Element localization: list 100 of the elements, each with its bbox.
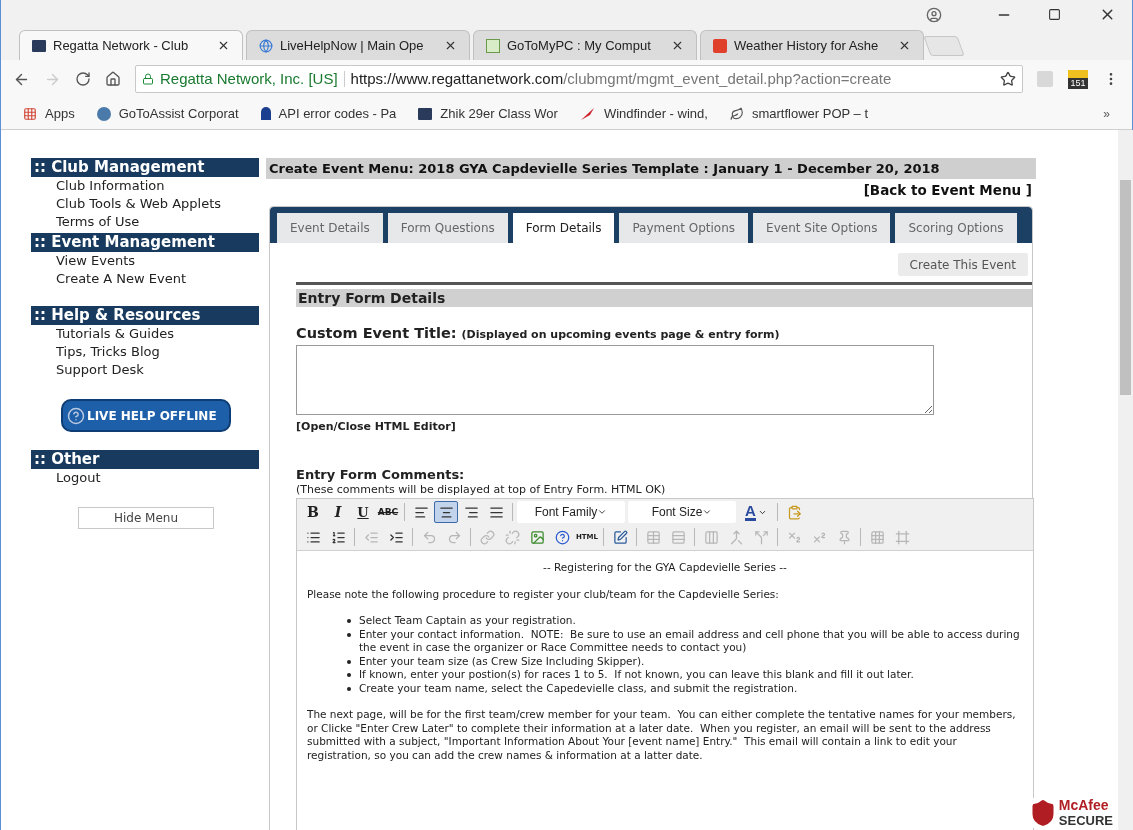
list-item-text: Select Team Captain as your registration.: [359, 614, 576, 628]
help-icon: [67, 406, 85, 425]
strikethrough-button[interactable]: ABC: [376, 501, 400, 524]
menu-link[interactable]: Club Information: [31, 177, 259, 195]
tab-title: Weather History for Ashe: [734, 36, 880, 55]
section-header: Entry Form Details: [296, 289, 1032, 307]
weather-logo-icon: [713, 38, 727, 53]
edit-icon: [612, 529, 628, 545]
menu-link[interactable]: Tips, Tricks Blog: [31, 343, 259, 361]
badge-brand: McAfee: [1058, 798, 1110, 813]
close-icon[interactable]: [671, 39, 684, 52]
secure-label: Regatta Network, Inc. [US]: [160, 68, 338, 89]
tab-title: Regatta Network - Club: [53, 36, 190, 55]
star-icon[interactable]: [1000, 71, 1016, 87]
editor-heading: -- Registering for the GYA Capdevielle Series --: [542, 561, 788, 575]
menu-link[interactable]: Logout: [31, 469, 259, 487]
list-item-text: Enter your contact information. NOTE: Be sure to use an email address and cell phone that you will be able to access during the event in case the organizer or Race Committee needs to contact you): [359, 627, 1021, 655]
boat-logo-icon: [418, 107, 433, 120]
profile-icon[interactable]: [926, 6, 942, 23]
event-title-field[interactable]: [296, 344, 934, 415]
font-dropdown[interactable]: Font Size: [628, 501, 736, 524]
lock-icon: [142, 73, 154, 85]
frame-icon: [894, 529, 910, 545]
globe-icon: [259, 38, 273, 53]
leaf-icon: [729, 106, 744, 121]
create-event-button[interactable]: Create This Event: [897, 253, 1028, 276]
menu-link[interactable]: Terms of Use: [31, 213, 259, 231]
subscript-icon: [786, 529, 802, 545]
browser-tab[interactable]: GoToMyPC : My Comput: [473, 30, 697, 60]
font-dropdown[interactable]: Font Family: [517, 501, 625, 524]
home-icon[interactable]: [105, 71, 121, 87]
field-label: Custom Event Title:: [296, 324, 457, 343]
menu-link[interactable]: Club Tools & Web Applets: [31, 195, 259, 213]
bookmark-link[interactable]: Windfinder - wind,: [579, 103, 708, 124]
menu-link[interactable]: View Events: [31, 252, 259, 270]
help-icon: [554, 529, 570, 545]
close-icon[interactable]: [444, 39, 457, 52]
reload-icon[interactable]: [75, 71, 91, 87]
menu-section-header: :: Event Management: [31, 233, 259, 252]
browser-tab[interactable]: Weather History for Ashe: [700, 30, 924, 60]
computer-logo-icon: [486, 38, 500, 53]
bold-button[interactable]: B: [301, 501, 325, 524]
bookmark-link[interactable]: smartflower POP – t: [729, 103, 868, 124]
grid-icon: [869, 529, 885, 545]
boat-logo-icon: [32, 39, 46, 52]
form-tab[interactable]: Scoring Options: [893, 213, 1017, 243]
field-hint: (Displayed on upcoming events page & entry form): [461, 327, 780, 343]
image-icon: [529, 529, 545, 545]
merge-icon: [728, 529, 744, 545]
superscript-icon: [811, 529, 827, 545]
menu-link[interactable]: Create A New Event: [31, 270, 259, 288]
round-logo-icon: [96, 106, 111, 121]
numbered-list-icon: [330, 529, 346, 545]
form-tab[interactable]: Event Site Options: [751, 213, 891, 243]
scrollbar[interactable]: [1118, 130, 1133, 830]
editor-paragraph: The next page, will be for the first team/crew member for your team. You can either complete the tentative names for your members, or Clicke "Enter Crew Later" to complete their information at a later date. When you register, an email will be sent to the address submitted with a subject, "Important Information About Your [event name] Entry." This email will contain a link to edit your registration, so you can add the crew names & information at a latter date.: [307, 708, 1017, 763]
more-bookmarks-button[interactable]: »: [1103, 104, 1110, 123]
bookmark-link[interactable]: API error codes - Pa: [260, 103, 397, 124]
paste-icon: [786, 504, 802, 520]
columns-icon: [703, 529, 719, 545]
list-item-text: Enter your team size (as Crew Size Including Skipper).: [359, 654, 645, 669]
align-left-icon: [413, 504, 429, 520]
align-center-icon: [438, 504, 454, 520]
menu-link[interactable]: Tutorials & Guides: [31, 325, 259, 343]
italic-button[interactable]: I: [326, 501, 350, 524]
hide-menu-button[interactable]: Hide Menu: [78, 507, 214, 529]
text-color-button[interactable]: A: [739, 501, 773, 524]
browser-tab[interactable]: LiveHelpNow | Main Ope: [246, 30, 470, 60]
form-tab[interactable]: Event Details: [275, 213, 383, 243]
form-tab[interactable]: Form Questions: [385, 213, 508, 243]
form-tab[interactable]: Payment Options: [617, 213, 749, 243]
address-bar[interactable]: Regatta Network, Inc. [US] https://www.regattanetwork.com/clubmgmt/mgmt_event_detail.php?action=create: [135, 65, 1023, 93]
pin-icon: [836, 529, 852, 545]
browser-tab[interactable]: Regatta Network - Club: [19, 30, 243, 60]
field-hint: (These comments will be displayed at top of Entry Form. HTML OK): [296, 483, 667, 497]
menu-section-header: :: Club Management: [31, 158, 259, 177]
bookmark-link[interactable]: GoToAssist Corporat: [96, 103, 239, 124]
html-editor-link[interactable]: [Open/Close HTML Editor]: [296, 418, 1032, 436]
menu-link[interactable]: Support Desk: [31, 361, 259, 379]
rich-text-editor[interactable]: [296, 498, 1034, 830]
list-item-text: Create your team name, select the Capedevielle class, and submit the registration.: [359, 681, 798, 696]
redo-icon: [446, 529, 462, 545]
apps-grid-icon: [23, 106, 37, 121]
unlink-icon: [504, 529, 520, 545]
badge-label: SECURE: [1058, 813, 1113, 828]
bookmark-link[interactable]: Apps: [23, 103, 75, 124]
extension-badge: 151: [1068, 77, 1088, 89]
maximize-icon[interactable]: [1048, 8, 1061, 21]
form-tab[interactable]: Form Details: [510, 213, 615, 243]
editor-paragraph: Please note the following procedure to register your club/team for the Capdevielle Series:: [307, 587, 780, 602]
underline-button[interactable]: U: [351, 501, 375, 524]
close-icon[interactable]: [898, 39, 911, 52]
live-help-button[interactable]: LIVE HELP OFFLINE: [61, 399, 231, 432]
back-link[interactable]: [Back to Event Menu ]: [863, 179, 1032, 201]
calendar-extension-button[interactable]: 151: [1067, 69, 1089, 89]
close-icon[interactable]: [217, 39, 230, 52]
tab-title: GoToMyPC : My Comput: [507, 36, 652, 55]
align-center-button[interactable]: [434, 501, 458, 524]
table-icon: [645, 529, 661, 545]
bookmark-link[interactable]: Zhik 29er Class Wor: [418, 103, 558, 124]
